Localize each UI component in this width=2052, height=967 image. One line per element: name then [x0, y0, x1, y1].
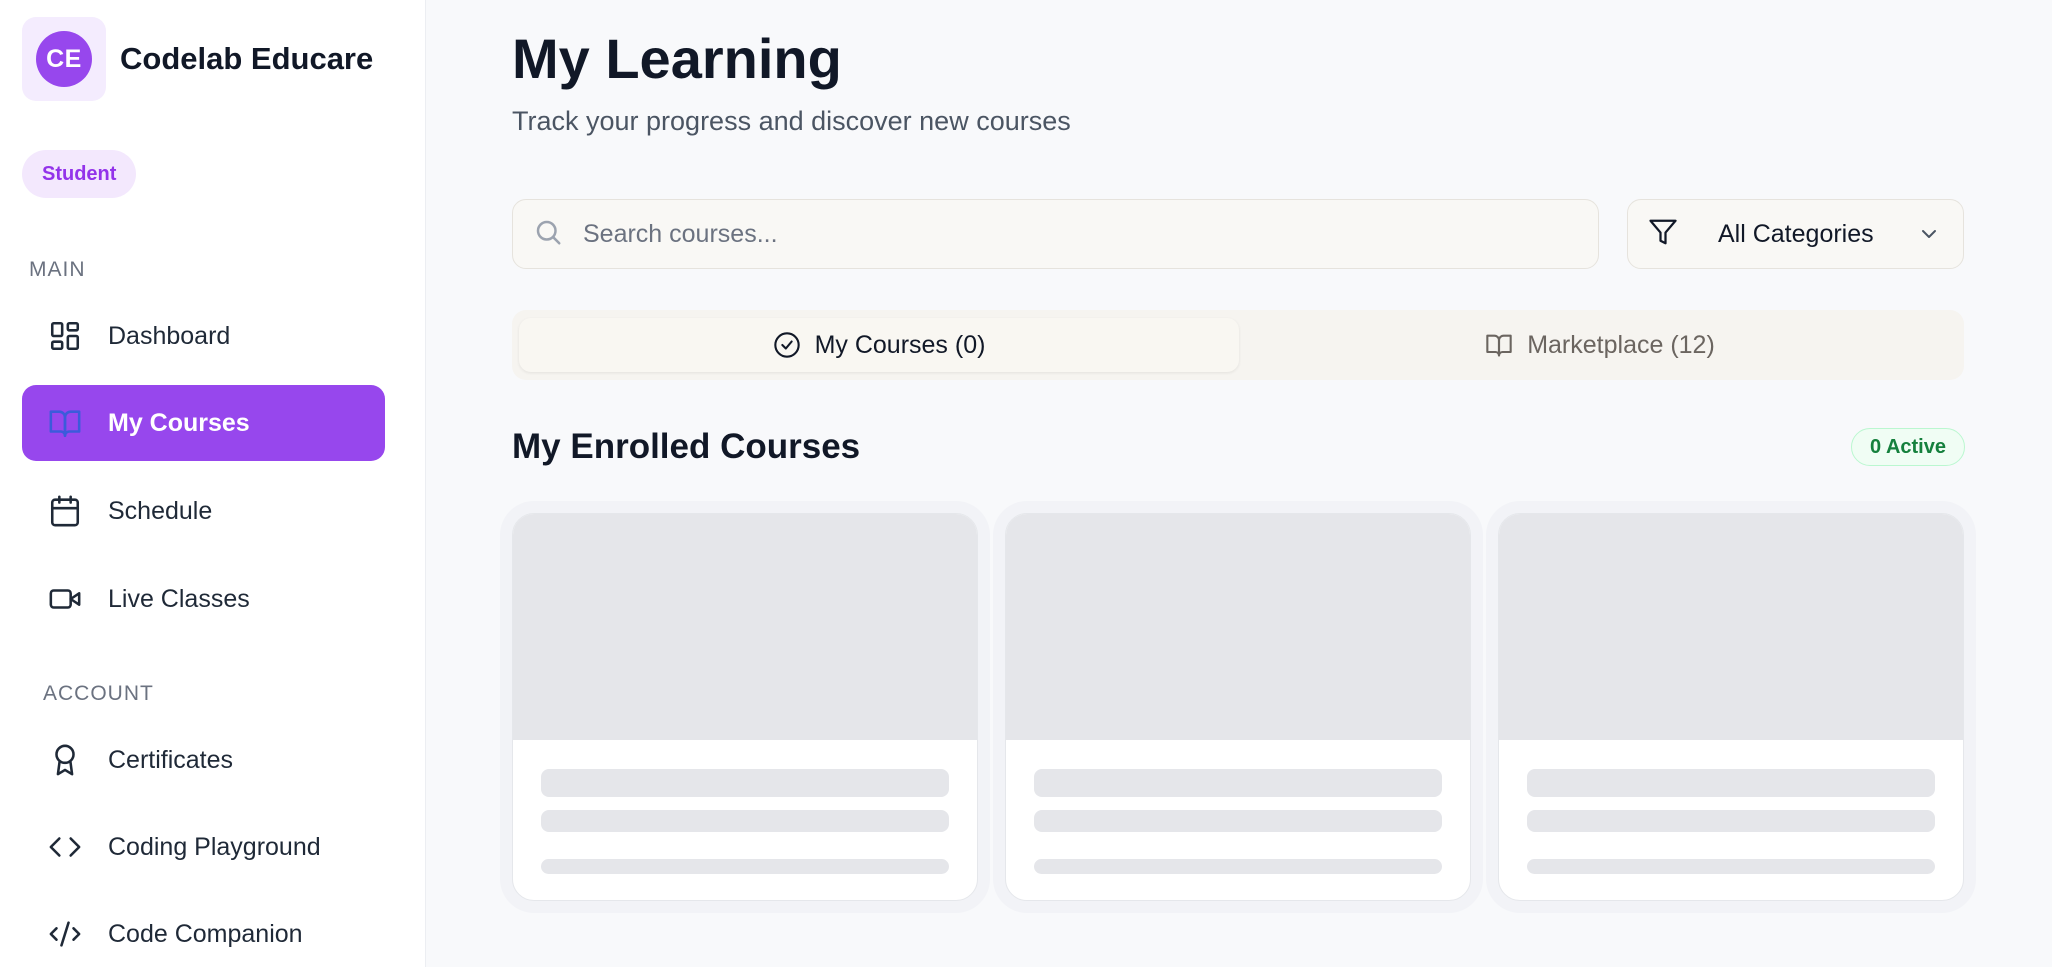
category-select-value: All Categories [1718, 219, 1874, 248]
sidebar-item-schedule[interactable]: Schedule [22, 473, 385, 549]
sidebar-item-my-courses[interactable]: My Courses [22, 385, 385, 461]
skeleton-line [1034, 810, 1442, 832]
sidebar-section-account: ACCOUNT [43, 682, 154, 705]
skeleton-image [1499, 514, 1963, 740]
calendar-icon [48, 494, 82, 528]
sidebar-item-coding-playground[interactable]: Coding Playground [22, 809, 385, 885]
check-circle-icon [773, 331, 815, 359]
code-slash-icon [48, 917, 82, 951]
sidebar-section-main: MAIN [29, 258, 86, 281]
course-tabs: My Courses (0) Marketplace (12) [512, 310, 1964, 380]
sidebar-item-live-classes[interactable]: Live Classes [22, 561, 385, 637]
app-root: CE Codelab Educare Student MAIN Dashboar… [0, 0, 2052, 967]
video-icon [48, 582, 82, 616]
tab-label: My Courses (0) [814, 330, 986, 359]
sidebar-item-code-companion[interactable]: Code Companion [22, 896, 385, 967]
main-content: My Learning Track your progress and disc… [426, 0, 2052, 967]
sidebar-item-label: Coding Playground [108, 832, 321, 861]
book-open-icon [1485, 331, 1527, 359]
brand-logo-box: CE [22, 17, 106, 101]
sidebar-item-label: My Courses [108, 408, 250, 437]
dashboard-icon [48, 319, 82, 353]
role-badge: Student [22, 150, 137, 198]
search-box[interactable] [512, 199, 1599, 269]
course-card-skeleton [512, 513, 978, 901]
sidebar-item-label: Dashboard [108, 321, 231, 350]
award-icon [48, 743, 82, 777]
skeleton-image [513, 514, 977, 740]
sidebar: CE Codelab Educare Student MAIN Dashboar… [0, 0, 426, 967]
skeleton-line [541, 859, 949, 874]
tab-label: Marketplace (12) [1527, 330, 1715, 359]
page-subtitle: Track your progress and discover new cou… [512, 106, 1071, 136]
skeleton-line [541, 769, 949, 797]
course-card-skeleton [1005, 513, 1471, 901]
active-count-badge: 0 Active [1851, 428, 1965, 466]
skeleton-line [1527, 859, 1935, 874]
brand-avatar: CE [36, 31, 92, 87]
sidebar-item-label: Live Classes [108, 584, 250, 613]
skeleton-line [1527, 810, 1935, 832]
page-title: My Learning [512, 27, 842, 90]
tab-marketplace[interactable]: Marketplace (12) [1242, 318, 1958, 372]
brand-name: Codelab Educare [120, 41, 374, 76]
course-card-skeleton [1498, 513, 1964, 901]
sidebar-item-label: Code Companion [108, 919, 303, 948]
enrolled-courses-heading: My Enrolled Courses [512, 427, 861, 466]
sidebar-item-label: Certificates [108, 745, 234, 774]
skeleton-image [1006, 514, 1470, 740]
skeleton-line [1034, 859, 1442, 874]
sidebar-item-label: Schedule [108, 496, 213, 525]
book-open-icon [48, 406, 82, 440]
search-input[interactable] [583, 219, 1483, 249]
chevron-down-icon [1917, 222, 1941, 251]
code-brackets-icon [48, 830, 82, 864]
skeleton-line [1527, 769, 1935, 797]
category-select[interactable]: All Categories [1627, 199, 1964, 269]
filter-icon [1648, 217, 1678, 252]
skeleton-line [541, 810, 949, 832]
skeleton-line [1034, 769, 1442, 797]
brand[interactable]: CE Codelab Educare [22, 17, 373, 101]
sidebar-item-certificates[interactable]: Certificates [22, 722, 385, 798]
search-icon [533, 217, 563, 252]
tab-my-courses[interactable]: My Courses (0) [519, 318, 1239, 372]
sidebar-item-dashboard[interactable]: Dashboard [22, 298, 385, 374]
